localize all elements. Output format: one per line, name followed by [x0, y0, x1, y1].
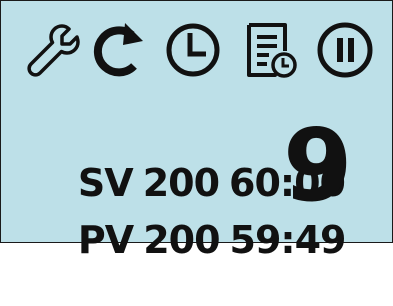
- device-screen: SV 200 60:00 PV 200 59:49 9: [0, 0, 393, 262]
- pv-label: PV: [77, 218, 134, 262]
- restart-icon[interactable]: [89, 19, 151, 81]
- timer-icon[interactable]: [162, 19, 224, 81]
- pv-value: 200: [143, 218, 220, 262]
- pv-time: 59:49: [229, 218, 347, 262]
- wrench-icon[interactable]: [22, 19, 84, 81]
- step-number: 9: [283, 107, 353, 224]
- pause-icon[interactable]: [314, 19, 376, 81]
- log-timer-icon[interactable]: [239, 19, 301, 81]
